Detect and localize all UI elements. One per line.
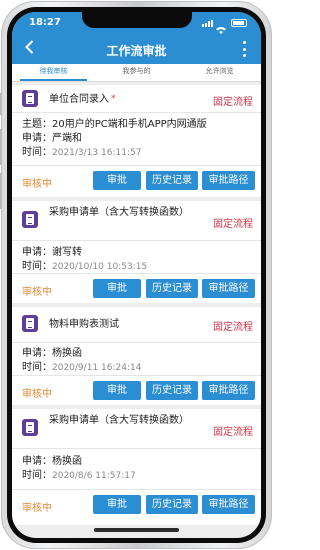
status-badge: 审核中 [22, 287, 52, 298]
card-header: 物料申购表测试 固定流程 [12, 307, 261, 343]
status-badge: 审核中 [22, 179, 52, 190]
status-badge: 审核中 [22, 389, 52, 400]
approval-path-button[interactable]: 审批路径 [202, 279, 255, 298]
volume-down-button [0, 173, 2, 209]
history-button[interactable]: 历史记录 [146, 495, 198, 514]
time-field: 时间：2020/8/6 11:57:17 [22, 470, 136, 481]
app-screen: 18:27 工作流审批 待我审核 我参与的 允许浏览 单位合同录入* 固定流程 [12, 12, 261, 538]
action-row: 审核中 审批 历史记录 审批路径 [12, 489, 261, 519]
time-field: 时间：2021/3/13 16:11:57 [22, 147, 142, 158]
approve-button[interactable]: 审批 [93, 279, 141, 298]
more-vertical-icon[interactable] [243, 41, 247, 57]
applicant-field: 申请：杨换函 [22, 456, 82, 467]
flow-type-tag: 固定流程 [213, 322, 253, 333]
document-icon [22, 90, 38, 107]
card-header: 采购申请单（含大写转换函数） 固定流程 [12, 409, 261, 449]
card-title: 采购申请单（含大写转换函数） [49, 415, 189, 426]
required-mark: * [111, 94, 116, 104]
nav-bar: 工作流审批 [12, 34, 261, 64]
document-icon [22, 211, 38, 228]
approve-button[interactable]: 审批 [93, 495, 141, 514]
approval-path-button[interactable]: 审批路径 [202, 381, 255, 400]
card-header: 采购申请单（含大写转换函数） 固定流程 [12, 201, 261, 241]
card-title: 采购申请单（含大写转换函数） [49, 207, 189, 218]
volume-up-button [0, 129, 2, 165]
flow-type-tag: 固定流程 [213, 219, 253, 230]
tab-participated[interactable]: 我参与的 [95, 64, 178, 81]
status-time: 18:27 [29, 17, 61, 28]
status-badge: 审核中 [22, 503, 52, 514]
page-title: 工作流审批 [106, 44, 167, 58]
tab-pending-review[interactable]: 待我审核 [12, 64, 95, 81]
document-icon [22, 419, 38, 436]
card-header: 单位合同录入 * 固定流程 [12, 85, 261, 113]
list-item[interactable]: 单位合同录入 * 固定流程 主题：20用户的PC端和手机APP内网通版 申请：严端… [12, 85, 261, 197]
approval-path-button[interactable]: 审批路径 [202, 171, 255, 190]
applicant-field: 申请：谢写转 [22, 247, 82, 258]
status-bar: 18:27 [12, 12, 261, 34]
list-item[interactable]: 采购申请单（含大写转换函数） 固定流程 申请：杨换函 时间：2020/8/6 1… [12, 409, 261, 525]
list-item[interactable]: 采购申请单（含大写转换函数） 固定流程 申请：谢写转 时间：2020/10/10… [12, 201, 261, 303]
approval-path-button[interactable]: 审批路径 [202, 495, 255, 514]
history-button[interactable]: 历史记录 [146, 279, 198, 298]
subject-field: 主题：20用户的PC端和手机APP内网通版 [22, 119, 207, 130]
history-button[interactable]: 历史记录 [146, 171, 198, 190]
history-button[interactable]: 历史记录 [146, 381, 198, 400]
home-indicator[interactable] [94, 528, 179, 532]
battery-icon [231, 19, 247, 27]
tab-bar: 待我审核 我参与的 允许浏览 [12, 64, 261, 82]
document-icon [22, 315, 38, 332]
card-title: 物料申购表测试 [49, 319, 119, 330]
applicant-field: 申请：杨换函 [22, 348, 82, 359]
wifi-icon [216, 19, 226, 34]
applicant-field: 申请：严端和 [22, 133, 82, 144]
time-field: 时间：2020/9/11 16:24:14 [22, 362, 142, 373]
flow-type-tag: 固定流程 [213, 97, 253, 108]
action-row: 审核中 审批 历史记录 审批路径 [12, 273, 261, 303]
notch [82, 12, 192, 28]
signal-icon [202, 20, 213, 27]
time-field: 时间：2020/10/10 10:53:15 [22, 261, 148, 272]
list-item[interactable]: 物料申购表测试 固定流程 申请：杨换函 时间：2020/9/11 16:24:1… [12, 307, 261, 405]
tab-browse[interactable]: 允许浏览 [178, 64, 261, 81]
approve-button[interactable]: 审批 [93, 171, 141, 190]
action-row: 审核中 审批 历史记录 审批路径 [12, 165, 261, 195]
approve-button[interactable]: 审批 [93, 381, 141, 400]
action-row: 审核中 审批 历史记录 审批路径 [12, 375, 261, 405]
mute-switch [0, 93, 2, 115]
flow-type-tag: 固定流程 [213, 427, 253, 438]
status-icons [202, 19, 247, 34]
card-title: 单位合同录入 * [49, 94, 116, 105]
